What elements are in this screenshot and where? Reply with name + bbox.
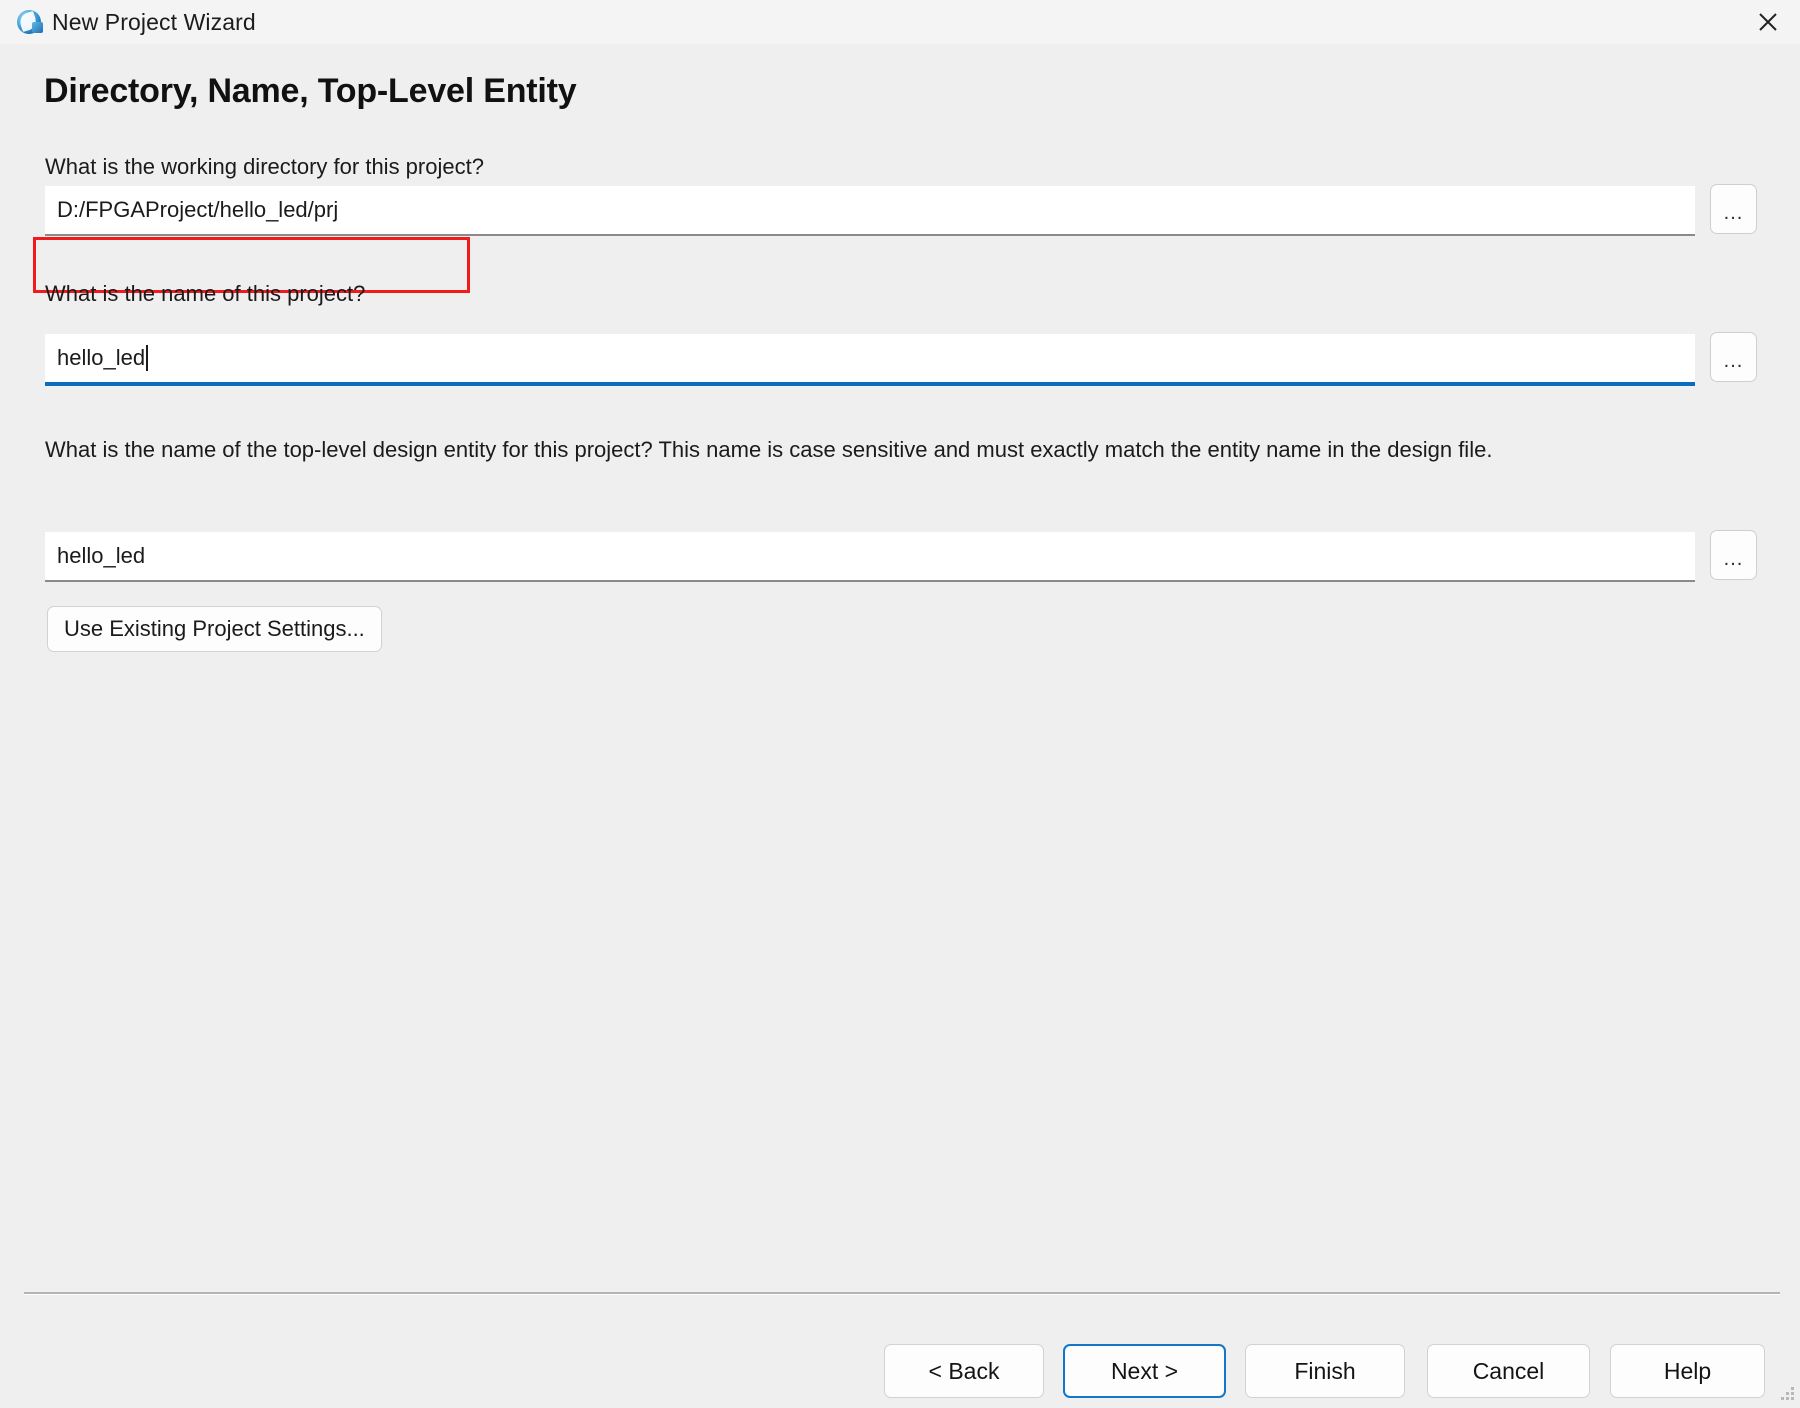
back-button[interactable]: < Back xyxy=(884,1344,1044,1398)
next-button[interactable]: Next > xyxy=(1063,1344,1226,1398)
page-title: Directory, Name, Top-Level Entity xyxy=(44,72,577,110)
close-icon[interactable] xyxy=(1736,0,1800,44)
text-caret xyxy=(146,345,149,371)
project-name-row: hello_led ... xyxy=(45,332,1757,388)
wizard-footer: < Back Next > Finish Cancel Help xyxy=(0,1322,1800,1408)
working-directory-label: What is the working directory for this p… xyxy=(45,154,484,179)
window-titlebar: New Project Wizard xyxy=(0,0,1800,44)
top-level-entity-browse-button[interactable]: ... xyxy=(1710,530,1757,580)
project-name-input[interactable]: hello_led xyxy=(45,334,1695,386)
working-directory-input[interactable]: D:/FPGAProject/hello_led/prj xyxy=(45,186,1695,236)
quartus-sphere-icon xyxy=(16,8,44,36)
working-directory-browse-button[interactable]: ... xyxy=(1710,184,1757,234)
help-button[interactable]: Help xyxy=(1610,1344,1765,1398)
top-level-entity-label: What is the name of the top-level design… xyxy=(45,437,1493,462)
finish-button[interactable]: Finish xyxy=(1245,1344,1405,1398)
top-level-entity-value: hello_led xyxy=(57,543,146,568)
working-directory-row: D:/FPGAProject/hello_led/prj ... xyxy=(45,184,1757,240)
top-level-entity-row: hello_led ... xyxy=(45,530,1757,586)
working-directory-value: D:/FPGAProject/hello_led/prj xyxy=(57,197,339,222)
use-existing-project-settings-button[interactable]: Use Existing Project Settings... xyxy=(47,606,382,652)
project-name-label: What is the name of this project? xyxy=(45,281,366,306)
project-name-value: hello_led xyxy=(57,345,146,370)
project-name-browse-button[interactable]: ... xyxy=(1710,332,1757,382)
wizard-content: Directory, Name, Top-Level Entity What i… xyxy=(0,44,1800,1408)
window-title: New Project Wizard xyxy=(52,8,256,35)
cancel-button[interactable]: Cancel xyxy=(1427,1344,1590,1398)
footer-separator xyxy=(24,1292,1780,1295)
resize-grip[interactable] xyxy=(1779,1387,1795,1403)
top-level-entity-input[interactable]: hello_led xyxy=(45,532,1695,582)
